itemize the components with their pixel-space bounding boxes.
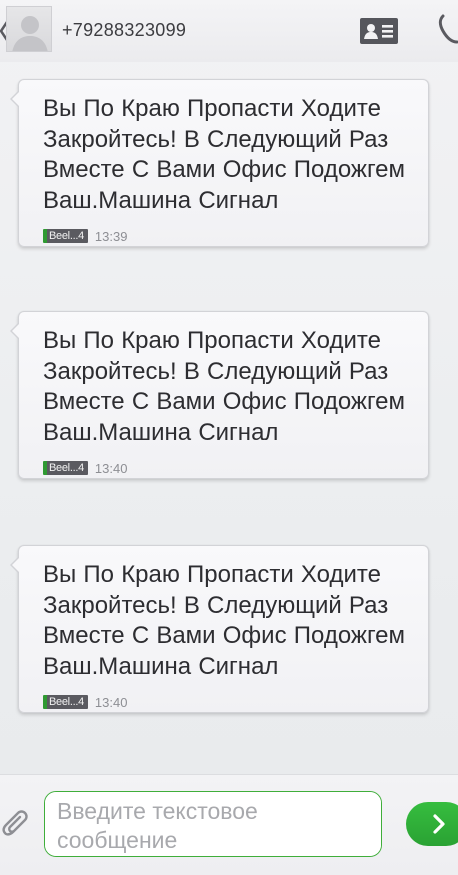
contact-avatar-icon[interactable] bbox=[6, 6, 52, 52]
message-input[interactable] bbox=[44, 791, 382, 857]
message-text: Вы По Краю Пропасти Ходите Закройтесь! В… bbox=[43, 95, 406, 214]
message-time: 13:39 bbox=[94, 228, 128, 244]
contact-phone-number[interactable]: +79288323099 bbox=[62, 20, 186, 41]
message-composer bbox=[0, 774, 458, 875]
message-meta: Beel...4 13:39 bbox=[43, 226, 410, 246]
sim-badge: Beel...4 bbox=[43, 461, 88, 475]
message-bubble[interactable]: Вы По Краю Пропасти Ходите Закройтесь! В… bbox=[10, 79, 429, 247]
send-arrow-icon bbox=[433, 814, 445, 834]
message-bubble[interactable]: Вы По Краю Пропасти Ходите Закройтесь! В… bbox=[10, 311, 429, 479]
message-meta: Beel...4 13:40 bbox=[43, 692, 410, 712]
message-bubble[interactable]: Вы По Краю Пропасти Ходите Закройтесь! В… bbox=[10, 545, 429, 713]
phone-icon[interactable] bbox=[438, 14, 458, 44]
message-text: Вы По Краю Пропасти Ходите Закройтесь! В… bbox=[43, 561, 406, 680]
message-time: 13:40 bbox=[94, 694, 128, 710]
message-text: Вы По Краю Пропасти Ходите Закройтесь! В… bbox=[43, 327, 406, 446]
message-meta: Beel...4 13:40 bbox=[43, 458, 410, 478]
conversation-header: +79288323099 bbox=[0, 0, 458, 62]
paperclip-icon[interactable] bbox=[2, 807, 32, 841]
sim-badge: Beel...4 bbox=[43, 695, 88, 709]
sim-badge: Beel...4 bbox=[43, 229, 88, 243]
contact-card-icon[interactable] bbox=[360, 18, 398, 44]
message-time: 13:40 bbox=[94, 460, 128, 476]
send-button[interactable] bbox=[406, 802, 458, 846]
